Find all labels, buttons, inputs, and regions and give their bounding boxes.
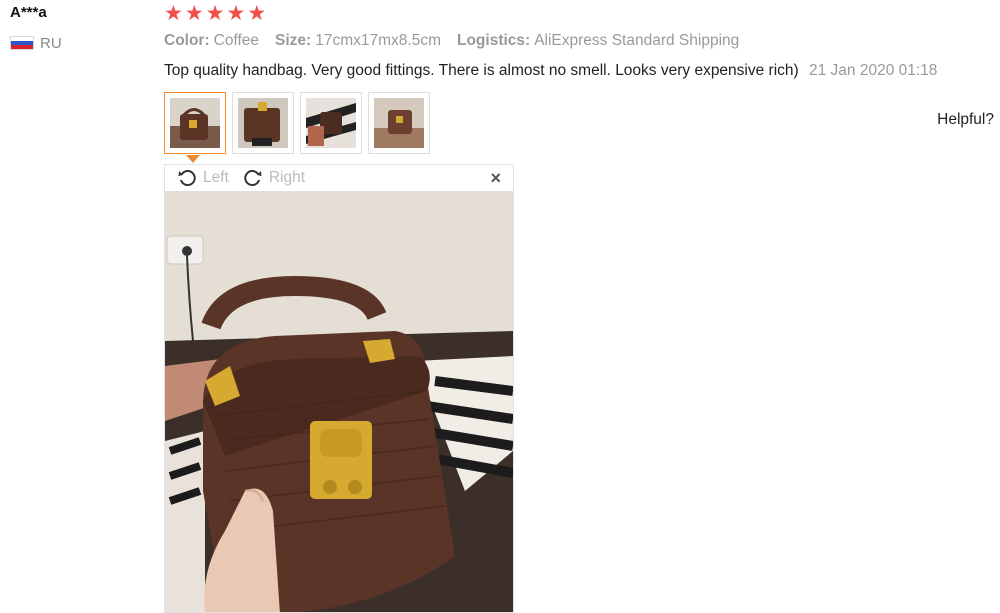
- handbag-photo-thumbnail-icon: [238, 98, 288, 148]
- viewer-toolbar: Left Right ×: [165, 165, 513, 191]
- close-icon[interactable]: ×: [490, 168, 501, 189]
- handbag-photo-thumbnail-icon: [374, 98, 424, 148]
- review-text: Top quality handbag. Very good fittings.…: [164, 62, 799, 79]
- reviewer-country: RU: [10, 33, 150, 53]
- russia-flag-icon: [10, 36, 34, 50]
- photo-thumbnail-3[interactable]: [300, 92, 362, 154]
- reviewer-info: A***a RU: [10, 2, 150, 53]
- photo-thumbnail-4[interactable]: [368, 92, 430, 154]
- attribute-label: Logistics:: [456, 32, 531, 49]
- attribute-size: Size: 17cmx17mx8.5cm: [275, 30, 441, 52]
- handbag-photo-thumbnail-icon: [170, 98, 220, 148]
- photo-viewer: Left Right ×: [164, 164, 514, 613]
- country-code: RU: [40, 34, 62, 52]
- handbag-photo-thumbnail-icon: [306, 98, 356, 148]
- review-photo-handbag: [165, 191, 513, 612]
- star-icon: ★: [184, 1, 204, 25]
- star-icon: ★: [247, 1, 267, 25]
- active-thumbnail-arrow: [186, 155, 200, 163]
- review-content: Top quality handbag. Very good fittings.…: [164, 60, 994, 82]
- photo-thumbnails: [164, 92, 994, 154]
- review-body: ★ ★ ★ ★ ★ Color: Coffee Size: 17cmx17mx8.5…: [164, 0, 994, 163]
- attribute-logistics: Logistics: AliExpress Standard Shipping: [457, 30, 739, 52]
- attribute-label: Size:: [275, 32, 312, 49]
- photo-thumbnail-1[interactable]: [164, 92, 226, 154]
- rotate-right-icon: [244, 170, 262, 187]
- star-icon: ★: [226, 1, 246, 25]
- star-icon: ★: [205, 1, 225, 25]
- helpful-link[interactable]: Helpful?: [937, 111, 994, 129]
- attribute-label: Color:: [164, 32, 210, 49]
- photo-thumbnail-2[interactable]: [232, 92, 294, 154]
- attribute-value: AliExpress Standard Shipping: [534, 32, 740, 49]
- attribute-value: Coffee: [213, 32, 260, 49]
- rotate-left-icon: [178, 170, 196, 187]
- rotate-right-label: Right: [268, 169, 306, 186]
- order-attributes: Color: Coffee Size: 17cmx17mx8.5cm Logisti…: [164, 30, 994, 52]
- rotate-left-label: Left: [203, 169, 229, 186]
- reviewer-name: A***a: [10, 4, 47, 21]
- attribute-color: Color: Coffee: [164, 30, 259, 52]
- rotate-left-button[interactable]: Left: [177, 168, 229, 188]
- star-rating: ★ ★ ★ ★ ★: [164, 0, 994, 26]
- attribute-value: 17cmx17mx8.5cm: [315, 32, 441, 49]
- rotate-right-button[interactable]: Right: [243, 168, 305, 188]
- star-icon: ★: [164, 1, 183, 25]
- review-date: 21 Jan 2020 01:18: [809, 62, 938, 79]
